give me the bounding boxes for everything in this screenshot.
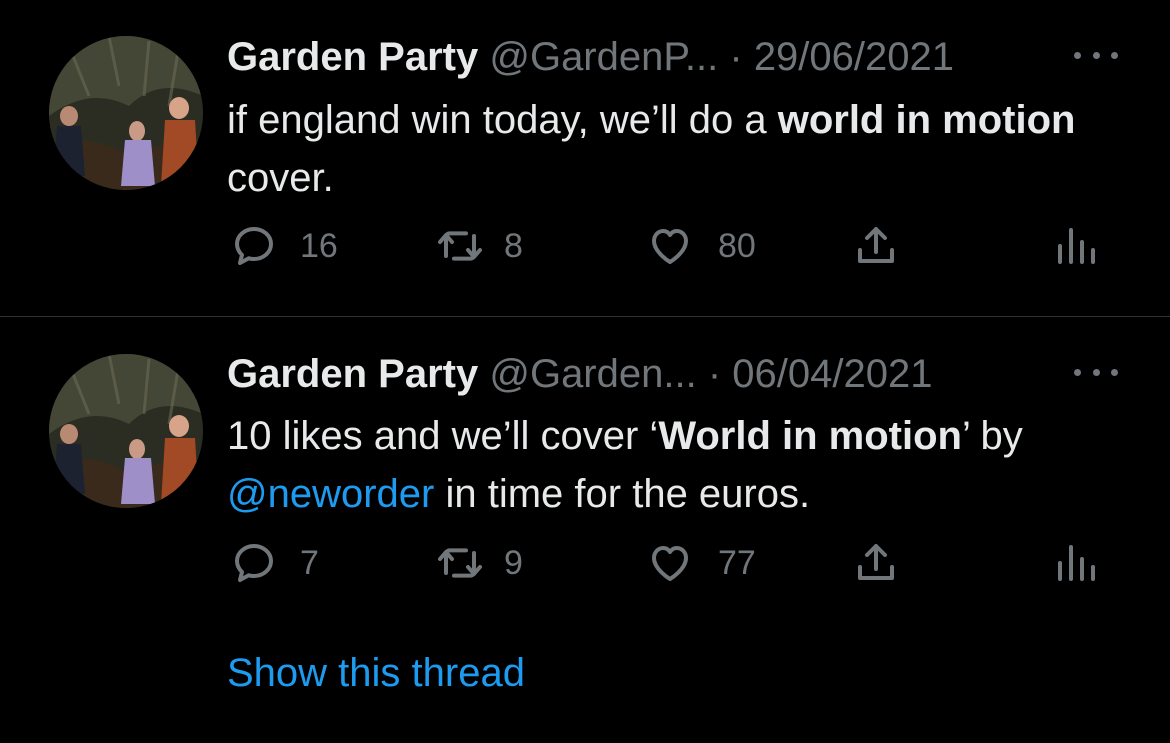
like-button[interactable]: 77 — [646, 539, 756, 587]
retweet-button[interactable]: 8 — [436, 222, 523, 270]
like-count: 80 — [718, 226, 756, 265]
tweet-date[interactable]: 06/04/2021 — [732, 352, 932, 396]
heart-icon — [652, 546, 688, 581]
share-button[interactable] — [852, 222, 900, 270]
reply-button[interactable]: 7 — [230, 539, 319, 587]
more-icon[interactable] — [1074, 43, 1118, 67]
tweet-header: Garden Party @Garden... · 06/04/2021 — [227, 350, 933, 398]
tweet-text-part: if england win today, we’ll do a — [227, 98, 778, 142]
analytics-button[interactable] — [1052, 539, 1100, 587]
avatar-photo — [49, 354, 203, 508]
avatar[interactable] — [49, 354, 203, 508]
tweet-header: Garden Party @GardenP... · 29/06/2021 — [227, 33, 954, 81]
tweet-text-part: 10 likes and we’ll cover ‘ — [227, 414, 659, 458]
share-icon — [858, 227, 894, 263]
tweet-text-part: cover. — [227, 156, 334, 200]
retweet-count: 9 — [504, 543, 523, 582]
separator-dot: · — [707, 352, 722, 396]
mention-link[interactable]: @neworder — [227, 472, 434, 516]
author-handle[interactable]: @Garden... — [489, 352, 696, 396]
like-count: 77 — [718, 543, 756, 582]
tweet-text-bold: world in motion — [777, 98, 1076, 142]
avatar[interactable] — [49, 36, 203, 190]
tweet-text: 10 likes and we’ll cover ‘World in motio… — [227, 407, 1087, 523]
tweet-text-bold: World in motion — [658, 414, 962, 458]
heart-icon — [652, 229, 688, 264]
share-button[interactable] — [852, 539, 900, 587]
separator-dot: · — [729, 35, 743, 79]
tweet[interactable]: Garden Party @GardenP... · 29/06/2021 if… — [0, 0, 1170, 316]
analytics-icon — [1058, 228, 1095, 264]
retweet-button[interactable]: 9 — [436, 539, 523, 587]
tweet-text: if england win today, we’ll do a world i… — [227, 91, 1087, 207]
tweet-actions: 7 9 77 — [0, 539, 1170, 599]
analytics-icon — [1058, 545, 1095, 581]
tweet-text-part: ’ by — [961, 414, 1023, 458]
author-name[interactable]: Garden Party — [227, 352, 478, 396]
reply-count: 16 — [300, 226, 338, 265]
reply-icon — [235, 544, 273, 582]
tweet-text-part: in time for the euros. — [434, 472, 811, 516]
author-handle[interactable]: @GardenP... — [489, 35, 718, 79]
retweet-count: 8 — [504, 226, 523, 265]
show-thread-link[interactable]: Show this thread — [227, 651, 525, 696]
timeline: Garden Party @GardenP... · 29/06/2021 if… — [0, 0, 1170, 743]
tweet-actions: 16 8 80 — [0, 222, 1170, 282]
tweet[interactable]: Garden Party @Garden... · 06/04/2021 10 … — [0, 317, 1170, 743]
analytics-button[interactable] — [1052, 222, 1100, 270]
retweet-icon — [438, 548, 482, 578]
avatar-photo — [49, 36, 203, 190]
share-icon — [858, 544, 894, 580]
reply-count: 7 — [300, 543, 319, 582]
reply-button[interactable]: 16 — [230, 222, 338, 270]
more-icon[interactable] — [1074, 360, 1118, 384]
tweet-date[interactable]: 29/06/2021 — [754, 35, 954, 79]
author-name[interactable]: Garden Party — [227, 35, 478, 79]
reply-icon — [235, 227, 273, 265]
like-button[interactable]: 80 — [646, 222, 756, 270]
retweet-icon — [438, 231, 482, 261]
